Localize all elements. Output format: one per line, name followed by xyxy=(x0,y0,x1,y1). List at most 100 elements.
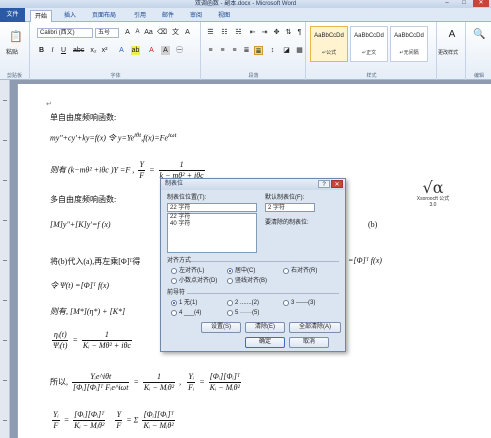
font-color-icon[interactable]: A xyxy=(147,46,156,55)
tab-position-list[interactable]: 22 字符 40 字符 xyxy=(167,213,257,253)
fraction-denominator: F xyxy=(116,421,122,430)
shading-icon[interactable]: ◪ xyxy=(282,46,291,55)
styles-group-label: 样式 xyxy=(366,73,377,79)
close-button[interactable]: ✕ xyxy=(473,0,489,7)
style-name: ↵无间隔 xyxy=(399,50,419,56)
tab-page-layout[interactable]: 页面布局 xyxy=(88,10,120,22)
paragraph-group-label: 段落 xyxy=(248,73,259,79)
list-item[interactable]: 22 字符 xyxy=(168,214,256,221)
highlight-icon[interactable]: ab xyxy=(131,46,140,55)
phonetic-icon[interactable]: 文 xyxy=(171,28,180,37)
font-name-combo[interactable]: Calibri (西文) xyxy=(37,28,93,38)
help-button[interactable]: ? xyxy=(318,180,330,188)
clear-format-icon[interactable]: ⌫ xyxy=(157,28,167,37)
tab-mailings[interactable]: 邮件 xyxy=(158,10,178,22)
italic-icon[interactable]: I xyxy=(48,46,57,55)
align-left-radio[interactable] xyxy=(171,268,177,274)
align-decimal-radio[interactable] xyxy=(171,278,177,284)
font-group: Calibri (西文) 五号 A A Aa ⌫ 文 A B I U abc x… xyxy=(31,22,201,80)
align-bar-radio[interactable] xyxy=(227,278,233,284)
multilevel-list-icon[interactable]: ☵ xyxy=(234,28,243,37)
style-sample: AaBbCcDd xyxy=(394,33,424,39)
chinese-layout-icon[interactable]: ✥ xyxy=(272,28,281,37)
sort-icon[interactable]: ⇅ xyxy=(284,28,293,37)
tab-references[interactable]: 引用 xyxy=(130,10,150,22)
leader-dots-radio[interactable] xyxy=(227,300,233,306)
ruler-tick xyxy=(3,420,7,421)
align-center-icon[interactable]: ≡ xyxy=(218,46,227,55)
superscript-icon[interactable]: x² xyxy=(100,46,109,55)
change-styles-icon[interactable]: A xyxy=(446,30,458,42)
eq-text: = xyxy=(149,165,155,175)
fraction-numerator: [Φᵢ][Φᵢ]ᵀ xyxy=(142,410,175,421)
bold-icon[interactable]: B xyxy=(37,46,46,55)
clear-button[interactable]: 清除(E) xyxy=(245,322,285,333)
style-formula[interactable]: AaBbCcDd ↵公式 xyxy=(310,26,348,62)
tab-home[interactable]: 开始 xyxy=(30,10,53,22)
default-tab-input[interactable]: 2 字符 xyxy=(265,203,315,212)
increase-indent-icon[interactable]: ⇥ xyxy=(260,28,269,37)
maximize-button[interactable]: □ xyxy=(456,0,472,7)
set-button[interactable]: 设置(S) xyxy=(201,322,241,333)
tab-review[interactable]: 审阅 xyxy=(186,10,206,22)
align-left-icon[interactable]: ≡ xyxy=(206,46,215,55)
grow-font-icon[interactable]: A xyxy=(123,28,132,37)
decrease-indent-icon[interactable]: ⇤ xyxy=(248,28,257,37)
style-normal[interactable]: AaBbCcDd ↵正文 xyxy=(350,26,388,62)
edit-group: 🔍 编辑 xyxy=(467,22,491,80)
ok-button[interactable]: 确定 xyxy=(245,337,285,348)
dialog-close-button[interactable]: ✕ xyxy=(331,180,343,188)
fraction-numerator: Yᵢ xyxy=(52,410,60,421)
style-name: ↵正文 xyxy=(361,50,377,56)
tab-position-input[interactable]: 22 字符 xyxy=(167,203,257,212)
find-icon[interactable]: 🔍 xyxy=(473,30,485,42)
fraction-numerator: 1 xyxy=(81,330,132,341)
list-item[interactable]: 40 字符 xyxy=(168,221,256,228)
tab-file[interactable]: 文件 xyxy=(0,8,25,22)
shrink-font-icon[interactable]: A xyxy=(133,28,142,37)
minimize-button[interactable]: – xyxy=(439,0,455,7)
change-case-icon[interactable]: Aa xyxy=(144,28,153,37)
leader-none-radio[interactable] xyxy=(171,300,177,306)
align-right-radio[interactable] xyxy=(283,268,289,274)
show-marks-icon[interactable]: ¶ xyxy=(295,28,304,37)
doc-line-heading-multi: 多自由度频响函数: xyxy=(50,195,117,204)
change-styles-button[interactable]: 更改样式 xyxy=(438,48,458,58)
strikethrough-icon[interactable]: abc xyxy=(73,46,84,55)
subscript-icon[interactable]: x₂ xyxy=(89,46,98,55)
justify-icon[interactable]: ≣ xyxy=(242,46,251,55)
leader-underline-radio[interactable] xyxy=(171,310,177,316)
mathtype-badge[interactable]: √α Xsoroocft 公式 3.0 xyxy=(405,180,461,214)
numbering-icon[interactable]: ☷ xyxy=(220,28,229,37)
borders-icon[interactable]: ▦ xyxy=(295,46,304,55)
text-effects-icon[interactable]: A xyxy=(117,46,126,55)
leader-middots-radio[interactable] xyxy=(227,310,233,316)
align-center-radio[interactable] xyxy=(227,268,233,274)
tab-insert[interactable]: 插入 xyxy=(60,10,80,22)
underline-icon[interactable]: U xyxy=(59,46,68,55)
doc-line-heading-single: 单自由度频响函数: xyxy=(50,113,117,122)
dialog-title: 制表位 xyxy=(165,181,184,187)
align-center-label: 居中(C) xyxy=(235,268,256,274)
eq-text: = xyxy=(199,377,205,387)
doc-line-sum: Yᵢ F = [Φᵢ][Φᵢ]ᵀ Kᵢ − Mᵢθ² YF = Σ [Φᵢ][Φᵢ]… xyxy=(50,410,177,431)
cancel-button[interactable]: 取消 xyxy=(289,337,329,348)
line-spacing-icon[interactable]: ↕ xyxy=(268,46,277,55)
vertical-ruler[interactable] xyxy=(0,80,10,438)
font-size-combo[interactable]: 五号 xyxy=(95,28,119,38)
align-right-icon[interactable]: ≡ xyxy=(230,46,239,55)
window-title: 双调函数 - 副本.docx - Microsoft Word xyxy=(194,1,297,7)
style-no-spacing[interactable]: AaBbCcDd ↵无间隔 xyxy=(390,26,428,62)
leader-dashes-radio[interactable] xyxy=(283,300,289,306)
clear-all-button[interactable]: 全部清除(A) xyxy=(289,322,341,333)
tab-view[interactable]: 视图 xyxy=(214,10,234,22)
enclose-char-icon[interactable]: ㊀ xyxy=(175,46,184,55)
border-char-icon[interactable]: A xyxy=(183,28,192,37)
paste-button[interactable]: 粘贴 xyxy=(6,48,18,58)
paste-icon[interactable]: 📋 xyxy=(9,30,23,44)
char-shading-icon[interactable]: A xyxy=(161,46,170,55)
bullets-icon[interactable]: ☰ xyxy=(206,28,215,37)
distributed-icon[interactable]: ≣ xyxy=(254,46,263,55)
ruler-tick xyxy=(3,220,7,221)
eq-text: my″+cy′+ky=f(x) 令 y=Ye xyxy=(50,133,135,143)
